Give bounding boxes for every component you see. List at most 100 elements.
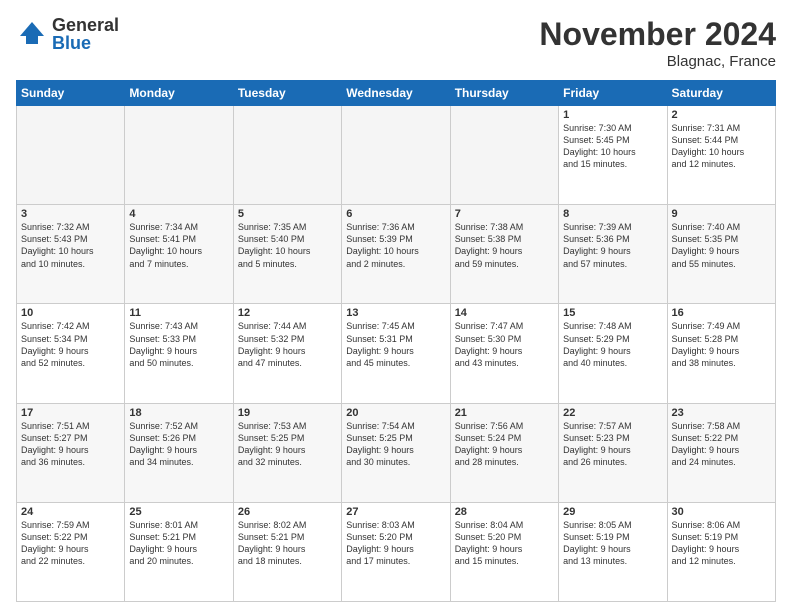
table-row: 14Sunrise: 7:47 AM Sunset: 5:30 PM Dayli… xyxy=(450,304,558,403)
table-row xyxy=(17,106,125,205)
day-number: 30 xyxy=(672,506,771,518)
day-info: Sunrise: 7:58 AM Sunset: 5:22 PM Dayligh… xyxy=(672,420,771,469)
table-row xyxy=(450,106,558,205)
day-info: Sunrise: 7:32 AM Sunset: 5:43 PM Dayligh… xyxy=(21,221,120,270)
col-sunday: Sunday xyxy=(17,81,125,106)
day-info: Sunrise: 8:02 AM Sunset: 5:21 PM Dayligh… xyxy=(238,519,337,568)
table-row: 11Sunrise: 7:43 AM Sunset: 5:33 PM Dayli… xyxy=(125,304,233,403)
table-row: 18Sunrise: 7:52 AM Sunset: 5:26 PM Dayli… xyxy=(125,403,233,502)
table-row: 6Sunrise: 7:36 AM Sunset: 5:39 PM Daylig… xyxy=(342,205,450,304)
table-row xyxy=(342,106,450,205)
calendar-week-3: 17Sunrise: 7:51 AM Sunset: 5:27 PM Dayli… xyxy=(17,403,776,502)
day-number: 10 xyxy=(21,307,120,319)
table-row: 17Sunrise: 7:51 AM Sunset: 5:27 PM Dayli… xyxy=(17,403,125,502)
table-row: 30Sunrise: 8:06 AM Sunset: 5:19 PM Dayli… xyxy=(667,502,775,601)
calendar-week-1: 3Sunrise: 7:32 AM Sunset: 5:43 PM Daylig… xyxy=(17,205,776,304)
day-number: 21 xyxy=(455,407,554,419)
calendar: Sunday Monday Tuesday Wednesday Thursday… xyxy=(16,80,776,602)
table-row: 28Sunrise: 8:04 AM Sunset: 5:20 PM Dayli… xyxy=(450,502,558,601)
table-row: 15Sunrise: 7:48 AM Sunset: 5:29 PM Dayli… xyxy=(559,304,667,403)
day-number: 23 xyxy=(672,407,771,419)
table-row: 23Sunrise: 7:58 AM Sunset: 5:22 PM Dayli… xyxy=(667,403,775,502)
calendar-body: 1Sunrise: 7:30 AM Sunset: 5:45 PM Daylig… xyxy=(17,106,776,602)
table-row: 5Sunrise: 7:35 AM Sunset: 5:40 PM Daylig… xyxy=(233,205,341,304)
calendar-week-2: 10Sunrise: 7:42 AM Sunset: 5:34 PM Dayli… xyxy=(17,304,776,403)
day-number: 27 xyxy=(346,506,445,518)
day-info: Sunrise: 7:35 AM Sunset: 5:40 PM Dayligh… xyxy=(238,221,337,270)
table-row xyxy=(125,106,233,205)
table-row: 27Sunrise: 8:03 AM Sunset: 5:20 PM Dayli… xyxy=(342,502,450,601)
day-number: 9 xyxy=(672,208,771,220)
month-title: November 2024 xyxy=(539,16,776,53)
table-row: 7Sunrise: 7:38 AM Sunset: 5:38 PM Daylig… xyxy=(450,205,558,304)
day-number: 22 xyxy=(563,407,662,419)
day-info: Sunrise: 7:57 AM Sunset: 5:23 PM Dayligh… xyxy=(563,420,662,469)
day-info: Sunrise: 7:56 AM Sunset: 5:24 PM Dayligh… xyxy=(455,420,554,469)
header: General Blue November 2024 Blagnac, Fran… xyxy=(16,16,776,70)
day-number: 14 xyxy=(455,307,554,319)
day-number: 3 xyxy=(21,208,120,220)
table-row: 19Sunrise: 7:53 AM Sunset: 5:25 PM Dayli… xyxy=(233,403,341,502)
day-number: 19 xyxy=(238,407,337,419)
table-row: 24Sunrise: 7:59 AM Sunset: 5:22 PM Dayli… xyxy=(17,502,125,601)
table-row: 22Sunrise: 7:57 AM Sunset: 5:23 PM Dayli… xyxy=(559,403,667,502)
day-info: Sunrise: 7:30 AM Sunset: 5:45 PM Dayligh… xyxy=(563,122,662,171)
location: Blagnac, France xyxy=(539,53,776,70)
table-row: 16Sunrise: 7:49 AM Sunset: 5:28 PM Dayli… xyxy=(667,304,775,403)
header-row: Sunday Monday Tuesday Wednesday Thursday… xyxy=(17,81,776,106)
col-tuesday: Tuesday xyxy=(233,81,341,106)
day-info: Sunrise: 7:59 AM Sunset: 5:22 PM Dayligh… xyxy=(21,519,120,568)
day-number: 2 xyxy=(672,109,771,121)
day-number: 15 xyxy=(563,307,662,319)
day-info: Sunrise: 8:05 AM Sunset: 5:19 PM Dayligh… xyxy=(563,519,662,568)
day-number: 13 xyxy=(346,307,445,319)
table-row: 20Sunrise: 7:54 AM Sunset: 5:25 PM Dayli… xyxy=(342,403,450,502)
title-area: November 2024 Blagnac, France xyxy=(539,16,776,70)
calendar-header: Sunday Monday Tuesday Wednesday Thursday… xyxy=(17,81,776,106)
day-info: Sunrise: 7:45 AM Sunset: 5:31 PM Dayligh… xyxy=(346,320,445,369)
day-number: 18 xyxy=(129,407,228,419)
day-info: Sunrise: 7:31 AM Sunset: 5:44 PM Dayligh… xyxy=(672,122,771,171)
day-number: 28 xyxy=(455,506,554,518)
table-row: 3Sunrise: 7:32 AM Sunset: 5:43 PM Daylig… xyxy=(17,205,125,304)
day-number: 8 xyxy=(563,208,662,220)
logo-text: General Blue xyxy=(52,16,119,52)
day-info: Sunrise: 7:49 AM Sunset: 5:28 PM Dayligh… xyxy=(672,320,771,369)
table-row: 9Sunrise: 7:40 AM Sunset: 5:35 PM Daylig… xyxy=(667,205,775,304)
day-number: 25 xyxy=(129,506,228,518)
table-row: 2Sunrise: 7:31 AM Sunset: 5:44 PM Daylig… xyxy=(667,106,775,205)
col-friday: Friday xyxy=(559,81,667,106)
table-row: 29Sunrise: 8:05 AM Sunset: 5:19 PM Dayli… xyxy=(559,502,667,601)
calendar-week-4: 24Sunrise: 7:59 AM Sunset: 5:22 PM Dayli… xyxy=(17,502,776,601)
logo-blue: Blue xyxy=(52,34,119,52)
table-row xyxy=(233,106,341,205)
day-number: 26 xyxy=(238,506,337,518)
day-info: Sunrise: 7:43 AM Sunset: 5:33 PM Dayligh… xyxy=(129,320,228,369)
day-info: Sunrise: 8:04 AM Sunset: 5:20 PM Dayligh… xyxy=(455,519,554,568)
day-info: Sunrise: 7:53 AM Sunset: 5:25 PM Dayligh… xyxy=(238,420,337,469)
calendar-week-0: 1Sunrise: 7:30 AM Sunset: 5:45 PM Daylig… xyxy=(17,106,776,205)
day-number: 29 xyxy=(563,506,662,518)
day-number: 6 xyxy=(346,208,445,220)
day-number: 5 xyxy=(238,208,337,220)
day-info: Sunrise: 7:47 AM Sunset: 5:30 PM Dayligh… xyxy=(455,320,554,369)
day-number: 1 xyxy=(563,109,662,121)
page: General Blue November 2024 Blagnac, Fran… xyxy=(0,0,792,612)
day-number: 24 xyxy=(21,506,120,518)
day-info: Sunrise: 7:34 AM Sunset: 5:41 PM Dayligh… xyxy=(129,221,228,270)
day-info: Sunrise: 8:03 AM Sunset: 5:20 PM Dayligh… xyxy=(346,519,445,568)
day-info: Sunrise: 7:51 AM Sunset: 5:27 PM Dayligh… xyxy=(21,420,120,469)
day-number: 12 xyxy=(238,307,337,319)
logo-general: General xyxy=(52,16,119,34)
col-wednesday: Wednesday xyxy=(342,81,450,106)
table-row: 13Sunrise: 7:45 AM Sunset: 5:31 PM Dayli… xyxy=(342,304,450,403)
day-info: Sunrise: 8:01 AM Sunset: 5:21 PM Dayligh… xyxy=(129,519,228,568)
day-info: Sunrise: 7:42 AM Sunset: 5:34 PM Dayligh… xyxy=(21,320,120,369)
day-info: Sunrise: 7:36 AM Sunset: 5:39 PM Dayligh… xyxy=(346,221,445,270)
col-saturday: Saturday xyxy=(667,81,775,106)
day-number: 7 xyxy=(455,208,554,220)
table-row: 8Sunrise: 7:39 AM Sunset: 5:36 PM Daylig… xyxy=(559,205,667,304)
day-info: Sunrise: 7:40 AM Sunset: 5:35 PM Dayligh… xyxy=(672,221,771,270)
table-row: 25Sunrise: 8:01 AM Sunset: 5:21 PM Dayli… xyxy=(125,502,233,601)
day-info: Sunrise: 7:44 AM Sunset: 5:32 PM Dayligh… xyxy=(238,320,337,369)
